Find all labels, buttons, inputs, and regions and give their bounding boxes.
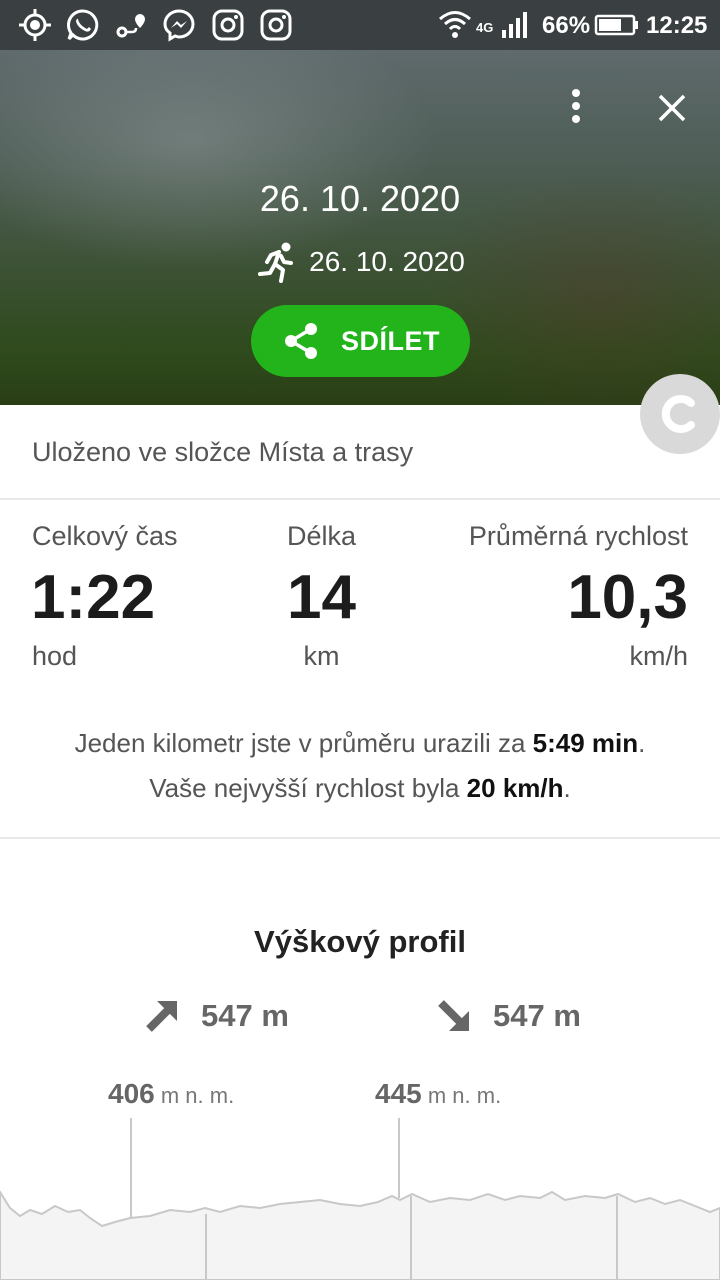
running-icon bbox=[258, 242, 294, 283]
page-title: 26. 10. 2020 bbox=[259, 178, 461, 219]
max-speed-value: 20 km/h bbox=[466, 773, 564, 803]
pace-info: Jeden kilometr jste v průměru urazili za… bbox=[74, 728, 646, 758]
status-bar: 4G 66% 12:25 bbox=[0, 0, 720, 50]
total-time-unit: hod bbox=[32, 641, 78, 671]
activity-date: 26. 10. 2020 bbox=[309, 246, 465, 277]
battery-percent: 66% bbox=[542, 12, 591, 39]
ascent-value: 547 m bbox=[201, 998, 289, 1033]
divider bbox=[0, 498, 720, 500]
c-logo-icon bbox=[661, 395, 695, 433]
signal-icon bbox=[502, 12, 527, 38]
location-target-icon bbox=[19, 9, 51, 41]
more-options-icon[interactable] bbox=[556, 86, 596, 126]
clock: 12:25 bbox=[646, 12, 708, 39]
share-label: SDÍLET bbox=[340, 325, 440, 356]
share-button[interactable]: SDÍLET bbox=[251, 305, 470, 377]
close-icon[interactable] bbox=[650, 86, 694, 130]
avg-speed-label: Průměrná rychlost bbox=[468, 521, 688, 551]
total-time-value: 1:22 bbox=[31, 563, 156, 632]
distance-label: Délka bbox=[286, 521, 357, 551]
elevation-area bbox=[0, 1190, 720, 1280]
activity-date-row: 26. 10. 2020 bbox=[0, 240, 720, 284]
descent-value: 547 m bbox=[493, 998, 581, 1033]
divider bbox=[0, 837, 720, 839]
battery-icon bbox=[594, 14, 638, 36]
whatsapp-icon bbox=[67, 9, 99, 41]
instagram-icon bbox=[212, 9, 244, 41]
instagram-icon bbox=[260, 9, 292, 41]
saved-location-text: Uloženo ve složce Místa a trasy bbox=[32, 437, 414, 467]
share-icon bbox=[284, 323, 317, 359]
pace-value: 5:49 min bbox=[532, 728, 639, 758]
distance-unit: km bbox=[303, 641, 340, 671]
wifi-icon bbox=[439, 11, 471, 38]
distance-value: 14 bbox=[287, 563, 356, 632]
arrow-up-right-icon bbox=[146, 1001, 177, 1032]
avg-speed-unit: km/h bbox=[629, 641, 688, 671]
messenger-icon bbox=[163, 9, 195, 42]
total-time-label: Celkový čas bbox=[32, 521, 178, 551]
altitude-marker-label: 445 m n. m. bbox=[375, 1078, 502, 1109]
avg-speed-value: 10,3 bbox=[567, 563, 688, 632]
elevation-profile-title: Výškový profil bbox=[254, 924, 466, 959]
elevation-profile-chart bbox=[0, 1118, 720, 1280]
floating-c-button[interactable] bbox=[640, 374, 720, 454]
route-icon bbox=[116, 14, 145, 38]
altitude-marker-label: 406 m n. m. bbox=[108, 1078, 235, 1109]
max-speed-info: Vaše nejvyšší rychlost byla 20 km/h. bbox=[149, 773, 571, 803]
descent-stat: 547 m bbox=[437, 998, 581, 1034]
network-type: 4G bbox=[476, 20, 494, 35]
ascent-stat: 547 m bbox=[145, 998, 289, 1034]
header-banner: 26. 10. 2020 26. 10. 2020 SDÍLET bbox=[0, 50, 720, 405]
arrow-down-right-icon bbox=[438, 1000, 469, 1031]
